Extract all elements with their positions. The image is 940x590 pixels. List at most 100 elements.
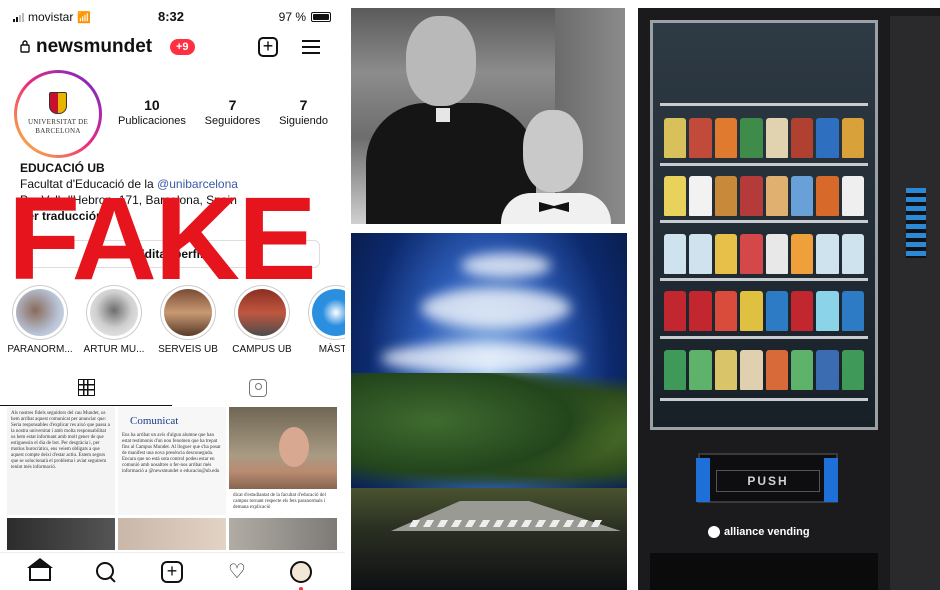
post-thumbnail[interactable]: Als nostres fidels seguidors del cau Mun… — [7, 407, 115, 515]
stat-followers[interactable]: 7 Seguidores — [205, 97, 261, 127]
screenshot-collage: movistar 📶 8:32 97 % newsmundet +9 + UNI… — [0, 0, 940, 590]
clerical-collar — [436, 108, 450, 122]
highlight-item[interactable]: PARANORM... — [7, 285, 73, 355]
highlight-item[interactable]: MÀSTE — [304, 285, 345, 355]
push-flap-right — [824, 458, 838, 502]
profile-tabs — [0, 370, 345, 406]
product-row — [664, 350, 864, 390]
brand-logo-icon — [708, 526, 720, 538]
username-switcher[interactable]: newsmundet — [36, 36, 152, 58]
post-text: Ens ha arribat un avís d'algun alumne qu… — [122, 433, 221, 474]
posts-grid: Als nostres fidels seguidors del cau Mun… — [7, 407, 337, 550]
highlight-label: MÀSTE — [318, 344, 345, 355]
hamburger-menu-icon[interactable] — [302, 40, 320, 58]
heart-icon[interactable]: ♡ — [226, 561, 248, 583]
notifications-badge[interactable]: +9 — [170, 39, 195, 55]
story-highlights: PARANORM... ARTUR MU... SERVEIS UB CAMPU… — [7, 285, 345, 355]
product-row — [664, 118, 864, 158]
highlight-item[interactable]: CAMPUS UB — [230, 285, 294, 355]
highlight-item[interactable]: SERVEIS UB — [156, 285, 220, 355]
product-row — [664, 234, 864, 274]
post-thumbnail[interactable]: dicat d'estudiantat de la facultat d'edu… — [229, 407, 337, 515]
photo-campus-road — [351, 233, 627, 590]
carrier-info: movistar 📶 — [13, 10, 91, 24]
shelf — [660, 278, 868, 281]
highlight-label: ARTUR MU... — [83, 344, 145, 355]
shelf — [660, 103, 868, 106]
battery-status: 97 % — [279, 10, 331, 24]
battery-icon — [311, 12, 331, 22]
boy-head — [523, 110, 583, 192]
shelf — [660, 163, 868, 166]
lock-icon — [20, 40, 30, 53]
profile-stats: 10 Publicaciones 7 Seguidores 7 Siguiend… — [118, 97, 328, 127]
tree-canopy — [351, 373, 627, 493]
shelf — [660, 220, 868, 223]
photo-vending-machine: PUSH alliance vending — [638, 8, 940, 590]
pedestrian-crossing — [408, 520, 604, 527]
university-crest-icon — [49, 92, 67, 114]
highlight-label: SERVEIS UB — [158, 344, 218, 355]
post-title: Comunicat — [130, 415, 179, 427]
status-bar: movistar 📶 8:32 97 % — [0, 0, 345, 34]
tab-tagged[interactable] — [172, 370, 344, 406]
stat-label: Siguiendo — [279, 115, 328, 127]
post-caption: dicat d'estudiantat de la facultat d'edu… — [229, 489, 337, 515]
new-post-icon[interactable]: + — [161, 561, 183, 583]
highlight-thumbnail — [90, 289, 138, 336]
product-row — [664, 291, 864, 331]
instagram-profile-screen: movistar 📶 8:32 97 % newsmundet +9 + UNI… — [0, 0, 345, 590]
bottom-navigation: + ♡ — [0, 552, 345, 590]
push-flap-left — [696, 458, 710, 502]
profile-icon[interactable] — [290, 561, 312, 583]
keypad — [906, 188, 926, 258]
stat-value: 10 — [144, 97, 160, 113]
highlight-thumbnail — [312, 289, 345, 336]
priest-head — [406, 16, 476, 106]
profile-avatar[interactable]: UNIVERSITAT DE BARCELONA — [14, 70, 102, 158]
brand-name: alliance vending — [724, 526, 810, 538]
stat-following[interactable]: 7 Siguiendo — [279, 97, 328, 127]
machine-base — [650, 553, 878, 590]
clock: 8:32 — [158, 9, 185, 24]
stat-value: 7 — [228, 97, 237, 113]
carrier-name: movistar — [28, 10, 74, 24]
shelf — [660, 398, 868, 401]
post-thumbnail[interactable]: Comunicat Ens ha arribat un avís d'algun… — [118, 407, 226, 515]
profile-header: newsmundet +9 + — [0, 34, 345, 62]
create-post-button[interactable]: + — [258, 37, 278, 57]
highlight-label: CAMPUS UB — [232, 344, 292, 355]
search-icon[interactable] — [95, 561, 117, 583]
post-thumbnail[interactable] — [229, 518, 337, 550]
signal-icon — [13, 12, 24, 22]
fake-stamp-overlay: FAKE — [8, 173, 317, 305]
cloud — [461, 253, 551, 278]
cloud — [421, 288, 571, 328]
tab-grid[interactable] — [0, 370, 172, 406]
highlight-label: PARANORM... — [7, 344, 73, 355]
stat-label: Seguidores — [204, 115, 261, 127]
highlight-thumbnail — [238, 289, 286, 336]
product-row — [664, 176, 864, 216]
post-thumbnail[interactable] — [7, 518, 115, 550]
post-text: Als nostres fidels seguidors del cau Mun… — [11, 411, 110, 470]
stat-posts[interactable]: 10 Publicaciones — [118, 97, 186, 127]
highlight-thumbnail — [16, 289, 64, 336]
push-label: PUSH — [716, 470, 820, 492]
grid-icon — [77, 379, 95, 396]
tagged-icon — [249, 379, 267, 397]
wifi-icon: 📶 — [77, 11, 92, 24]
shelf — [660, 336, 868, 339]
vending-brand: alliance vending — [708, 526, 868, 538]
stat-label: Publicaciones — [118, 115, 186, 127]
avatar-text-line1: UNIVERSITAT DE — [27, 118, 89, 126]
post-thumbnail[interactable] — [118, 518, 226, 550]
highlight-item[interactable]: ARTUR MU... — [82, 285, 146, 355]
home-icon[interactable] — [27, 558, 53, 581]
cloud — [381, 343, 581, 373]
highlight-thumbnail — [164, 289, 212, 336]
battery-percent: 97 % — [278, 10, 306, 24]
avatar-text-line2: BARCELONA — [35, 127, 81, 135]
stat-value: 7 — [299, 97, 308, 113]
photo-priest-and-boy — [351, 8, 625, 224]
